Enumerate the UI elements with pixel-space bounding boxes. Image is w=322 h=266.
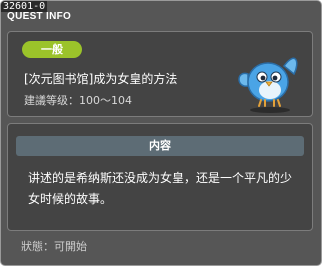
quest-info-window: 32601-0 QUEST INFO 一般 [次元图书馆]成为女皇的方法 建議等… bbox=[0, 0, 322, 266]
quest-detail-panel: 内容 讲述的是希纳斯还没成为女皇，还是一个平凡的少女时候的故事。 bbox=[7, 123, 313, 231]
quest-status: 狀態：可開始 bbox=[21, 240, 87, 253]
window-title: QUEST INFO bbox=[7, 11, 72, 22]
quest-grade-badge: 一般 bbox=[22, 41, 82, 58]
quest-title: [次元图书馆]成为女皇的方法 bbox=[24, 72, 178, 86]
quest-description: 讲述的是希纳斯还没成为女皇，还是一个平凡的少女时候的故事。 bbox=[28, 171, 293, 206]
blue-bird-icon bbox=[238, 57, 298, 113]
recommended-level: 建議等级：100～104 bbox=[24, 94, 132, 107]
content-section-header: 内容 bbox=[16, 136, 304, 156]
quest-summary-panel: 一般 [次元图书馆]成为女皇的方法 建議等级：100～104 bbox=[7, 31, 313, 117]
